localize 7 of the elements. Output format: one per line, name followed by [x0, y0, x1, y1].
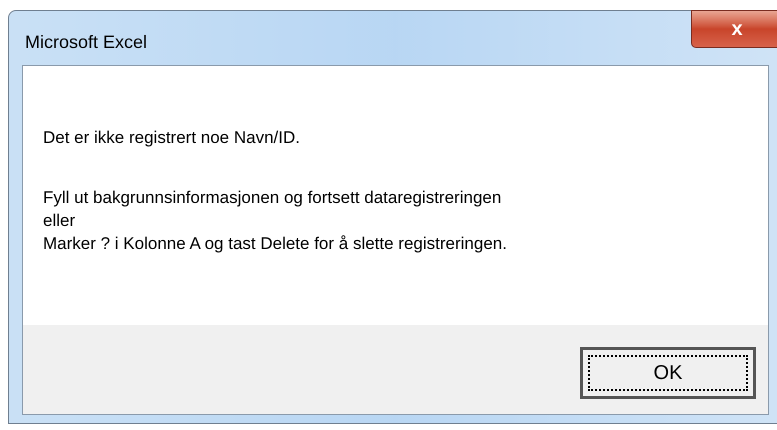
message-text: eller [43, 210, 76, 232]
message-text: Det er ikke registrert noe Navn/ID. [43, 127, 301, 149]
close-button[interactable]: x [691, 10, 777, 48]
message-text: Marker ? i Kolonne A og tast Delete for å slette registreringen. [43, 233, 508, 255]
window-title: Microsoft Excel [25, 31, 148, 54]
ok-button[interactable]: OK [580, 347, 756, 399]
message-text: Fyll ut bakgrunnsinformasjonen og fortsett dataregistreringen [43, 187, 502, 209]
